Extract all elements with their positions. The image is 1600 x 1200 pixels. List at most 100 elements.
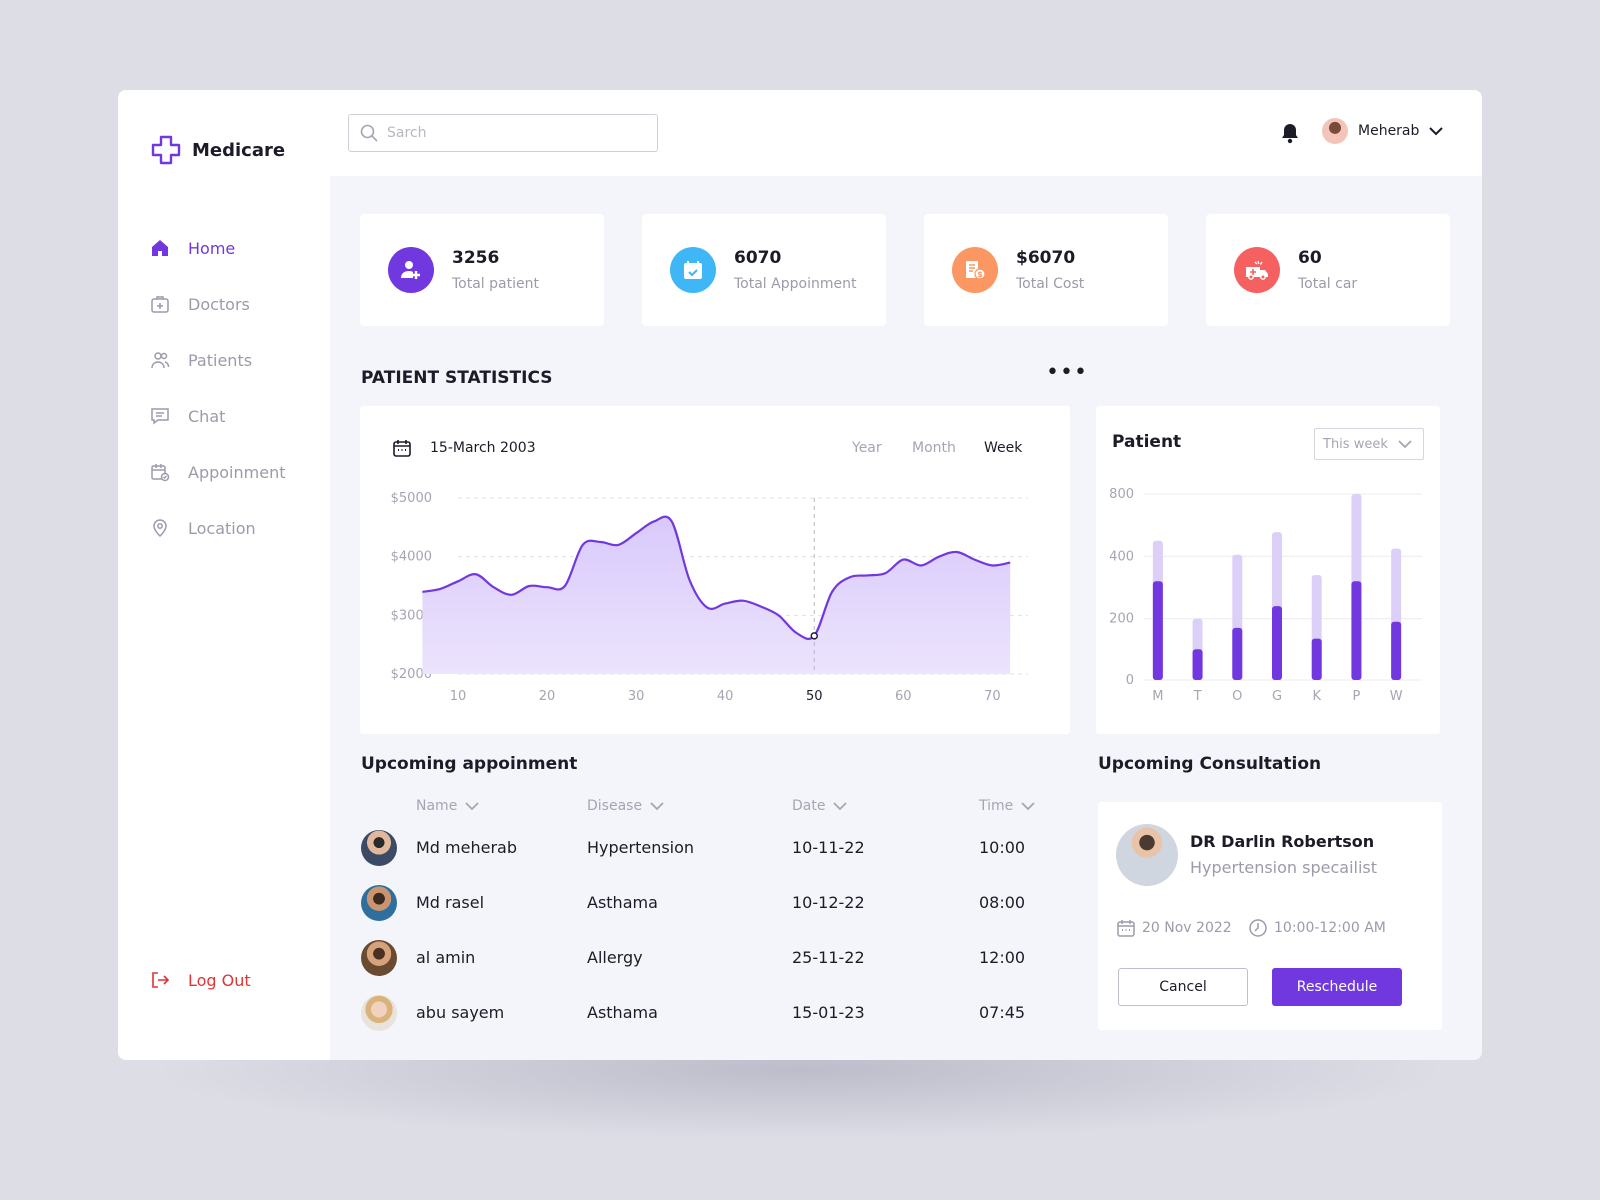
avatar [1322, 118, 1348, 144]
patient-statistics-title: PATIENT STATISTICS [361, 368, 553, 388]
search-box[interactable] [348, 114, 658, 152]
x-tick-label: 40 [717, 689, 734, 704]
sidebar-item-home[interactable]: Home [150, 220, 285, 276]
disease: Allergy [587, 948, 643, 967]
chevron-down-icon [1398, 440, 1412, 449]
x-tick-label: O [1232, 689, 1242, 704]
user-menu[interactable]: Meherab [1322, 118, 1444, 144]
stat-label: Total car [1298, 276, 1358, 292]
calendar-icon [1117, 920, 1135, 937]
logout-button[interactable]: Log Out [150, 970, 251, 990]
date-value: 15-March 2003 [430, 440, 536, 456]
sidebar: Medicare Home Doctors Patients Chat Appo… [118, 90, 330, 1060]
x-tick-label: 20 [539, 689, 556, 704]
period-tab-month[interactable]: Month [912, 440, 956, 456]
top-bar: Meherab [330, 90, 1482, 176]
x-tick-label: K [1312, 689, 1321, 704]
date: 10-12-22 [792, 893, 865, 912]
date-picker[interactable]: 15-March 2003 [392, 438, 536, 458]
period-tab-year[interactable]: Year [852, 440, 882, 456]
time: 10:00 [979, 838, 1026, 857]
cancel-button[interactable]: Cancel [1118, 968, 1248, 1006]
area-line [422, 515, 1011, 640]
x-tick-label: 30 [628, 689, 645, 704]
stat-value: $6070 [1016, 248, 1076, 268]
stat-card-total-appoinment: 6070 Total Appoinment [642, 214, 886, 326]
patient-name: abu sayem [416, 1003, 505, 1022]
sidebar-item-patients[interactable]: Patients [150, 332, 285, 388]
x-tick-label: 50 [806, 689, 823, 704]
period-tab-week[interactable]: Week [984, 440, 1022, 456]
sidebar-item-label: Chat [188, 406, 226, 426]
time: 12:00 [979, 948, 1026, 967]
date-value: 20 Nov 2022 [1142, 920, 1232, 936]
bar-background [1351, 494, 1362, 680]
highlight-point [810, 632, 818, 640]
table-row[interactable]: Md rasel Asthama 10-12-22 08:00 [361, 883, 1061, 923]
time: 07:45 [979, 1003, 1026, 1022]
column-header-date[interactable]: Date [792, 798, 848, 814]
table-row[interactable]: abu sayem Asthama 15-01-23 07:45 [361, 993, 1061, 1033]
calendar-icon [670, 247, 716, 293]
sidebar-item-label: Patients [188, 350, 253, 370]
dashboard-window: Medicare Home Doctors Patients Chat Appo… [118, 90, 1482, 1060]
table-row[interactable]: al amin Allergy 25-11-22 12:00 [361, 938, 1061, 978]
stat-value: 60 [1298, 248, 1322, 268]
column-header-time[interactable]: Time [979, 798, 1035, 814]
chevron-down-icon [1429, 127, 1444, 136]
area-fill [422, 516, 1011, 674]
y-tick-label: $2000 [391, 667, 432, 682]
x-tick-label: 70 [984, 689, 1001, 704]
sidebar-item-appoinment[interactable]: Appoinment [150, 444, 285, 500]
y-tick-label: 0 [1126, 673, 1134, 688]
avatar [361, 940, 397, 976]
header-label: Date [792, 798, 826, 814]
bar-background [1391, 548, 1402, 680]
bar-background [1311, 575, 1322, 680]
bar-background [1152, 540, 1163, 680]
reschedule-button[interactable]: Reschedule [1272, 968, 1402, 1006]
logout-label: Log Out [188, 970, 251, 990]
time: 08:00 [979, 893, 1026, 912]
disease: Asthama [587, 893, 658, 912]
stat-label: Total patient [452, 276, 539, 292]
bar [1391, 621, 1402, 680]
chevron-down-icon [1021, 802, 1035, 811]
home-icon [152, 240, 168, 256]
more-options-icon[interactable]: ••• [1046, 360, 1088, 385]
sidebar-item-label: Doctors [188, 294, 250, 314]
add-user-icon [388, 247, 434, 293]
sidebar-item-label: Home [188, 238, 236, 258]
bar [1232, 627, 1243, 680]
stat-value: 3256 [452, 248, 500, 268]
logo[interactable]: Medicare [150, 134, 285, 166]
stat-card-total-cost: $ $6070 Total Cost [924, 214, 1168, 326]
x-tick-label: M [1152, 689, 1163, 704]
bar [1351, 581, 1362, 680]
date: 25-11-22 [792, 948, 865, 967]
x-tick-label: T [1193, 689, 1202, 704]
search-input[interactable] [387, 125, 637, 141]
y-tick-label: 800 [1109, 487, 1134, 502]
column-header-disease[interactable]: Disease [587, 798, 664, 814]
sidebar-item-location[interactable]: Location [150, 500, 285, 556]
sidebar-item-doctors[interactable]: Doctors [150, 276, 285, 332]
stat-card-total-car: 60 Total car [1206, 214, 1450, 326]
sidebar-item-chat[interactable]: Chat [150, 388, 285, 444]
sidebar-item-label: Appoinment [188, 462, 286, 482]
y-tick-label: $5000 [391, 491, 432, 506]
y-tick-label: 400 [1109, 549, 1134, 564]
period-select[interactable]: This week [1314, 428, 1424, 460]
sidebar-item-label: Location [188, 518, 256, 538]
y-tick-label: $4000 [391, 550, 432, 565]
chevron-down-icon [465, 802, 479, 811]
date: 15-01-23 [792, 1003, 865, 1022]
notification-bell-icon[interactable] [1280, 122, 1300, 144]
table-row[interactable]: Md meherab Hypertension 10-11-22 10:00 [361, 828, 1061, 868]
ambulance-icon [1234, 247, 1280, 293]
column-header-name[interactable]: Name [416, 798, 479, 814]
chevron-down-icon [833, 802, 848, 811]
date: 10-11-22 [792, 838, 865, 857]
bar [1311, 638, 1322, 680]
app-name: Medicare [192, 139, 286, 161]
